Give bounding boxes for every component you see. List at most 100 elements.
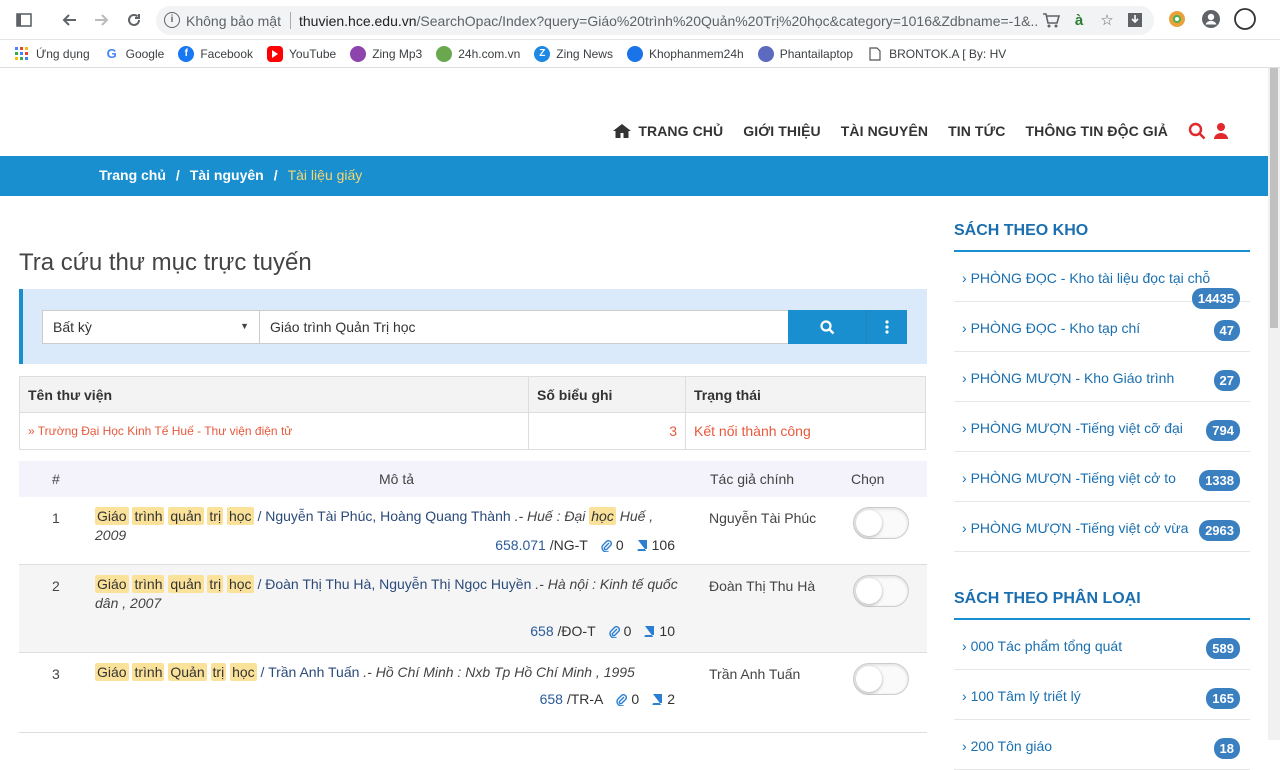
search-button[interactable] — [788, 310, 866, 344]
sidebar-toggle-icon[interactable] — [12, 8, 36, 32]
translate-icon[interactable]: à — [1070, 11, 1088, 29]
bookmark-item[interactable]: 24h.com.vn — [436, 45, 520, 62]
class-number: 658.071 — [495, 537, 546, 553]
bookmark-item[interactable]: YouTube — [267, 45, 336, 62]
sidebar-list-item[interactable]: › PHÒNG MƯỢN -Tiếng việt cở to 1338 — [954, 452, 1250, 502]
main-nav: TRANG CHỦ GIỚI THIỆU TÀI NGUYÊN TIN TỨC … — [612, 122, 1230, 140]
col-library-name: Tên thư viện — [19, 376, 529, 413]
toggle-knob — [856, 578, 882, 604]
copies-count[interactable]: 106 — [636, 537, 675, 553]
library-name-link[interactable]: » Trường Đại Học Kinh Tế Huế - Thư viện … — [19, 412, 529, 450]
search-panel: Bất kỳ ▼ Giáo trình Quản Trị học — [19, 289, 927, 364]
search-field-select[interactable]: Bất kỳ ▼ — [42, 310, 260, 344]
breadcrumb-home[interactable]: Trang chủ — [99, 167, 166, 183]
count-badge: 27 — [1213, 370, 1240, 391]
address-bar[interactable]: i Không bảo mật thuvien.hce.edu.vn/Searc… — [156, 6, 1154, 35]
forward-button[interactable] — [90, 8, 114, 32]
sidebar-item-label: › 100 Tâm lý triết lý — [962, 688, 1081, 704]
not-secure-label: Không bảo mật — [186, 13, 281, 29]
classification[interactable]: 658 /ĐO-T — [530, 623, 595, 639]
nav-about[interactable]: GIỚI THIỆU — [743, 123, 821, 139]
user-icon[interactable] — [1212, 122, 1230, 140]
sidebar-list-item[interactable]: › PHÒNG MƯỢN - Kho Giáo trình 27 — [954, 352, 1250, 402]
publication-info: .- Huế : Đại — [514, 508, 586, 524]
bookmark-item[interactable]: Ứng dụng — [14, 46, 90, 62]
highlighted-term: trình — [132, 663, 165, 681]
bookmark-item[interactable]: f Facebook — [178, 45, 253, 62]
record-count: 3 — [528, 412, 686, 450]
classification[interactable]: 658 /TR-A — [540, 691, 604, 707]
sidebar-item-label: › PHÒNG MƯỢN -Tiếng việt cỡ đại — [962, 420, 1183, 436]
class-number: 658 — [539, 691, 563, 707]
sidebar-list-item[interactable]: › 200 Tôn giáo 18 — [954, 720, 1250, 770]
table-row: 3 Giáo trình Quản trị học / Trần Anh Tuấn… — [19, 653, 927, 733]
search-icon[interactable] — [1188, 122, 1206, 140]
sidebar-item-label: › 000 Tác phẩm tổng quát — [962, 638, 1122, 654]
chevron-right-icon: › — [962, 638, 971, 654]
count-badge: 2963 — [1199, 520, 1240, 541]
bookmark-label: Khophanmem24h — [648, 46, 744, 61]
chevron-right-icon: › — [962, 520, 971, 536]
search-input[interactable]: Giáo trình Quản Trị học — [259, 310, 789, 344]
back-button[interactable] — [57, 8, 81, 32]
bookmarks-bar: Ứng dụng G Google f Facebook YouTube Zing Mp3 2… — [0, 40, 1280, 68]
select-toggle[interactable] — [853, 575, 909, 607]
nav-home[interactable]: TRANG CHỦ — [612, 123, 723, 139]
record-description[interactable]: Giáo trình quản trị học / Đoàn Thị Thu H… — [95, 575, 683, 613]
sidebar-list-item[interactable]: › PHÒNG MƯỢN -Tiếng việt cỡ đại 794 — [954, 402, 1250, 452]
highlighted-term: học — [230, 663, 257, 681]
main-author: Đoàn Thị Thu Hà — [709, 578, 816, 594]
select-toggle[interactable] — [853, 507, 909, 539]
extension-icon[interactable] — [1166, 8, 1188, 30]
nav-reader-info[interactable]: THÔNG TIN ĐỘC GIẢ — [1026, 123, 1168, 139]
url-text[interactable]: thuvien.hce.edu.vn/SearchOpac/Index?quer… — [299, 13, 1039, 29]
nav-news[interactable]: TIN TỨC — [948, 123, 1005, 139]
highlighted-term: học — [226, 575, 254, 593]
breadcrumb-resources[interactable]: Tài nguyên — [190, 167, 264, 183]
menu-icon[interactable] — [1234, 8, 1256, 30]
highlighted-term: học — [226, 507, 254, 525]
sidebar-list-item[interactable]: › 100 Tâm lý triết lý 165 — [954, 670, 1250, 720]
info-icon[interactable]: i — [164, 12, 180, 28]
attachment-count[interactable]: 0 — [600, 537, 624, 553]
download-icon[interactable] — [1126, 11, 1144, 29]
star-icon[interactable]: ☆ — [1098, 11, 1116, 29]
scrollbar-thumb[interactable] — [1270, 68, 1278, 328]
classification[interactable]: 658.071 /NG-T — [495, 537, 588, 553]
count-badge: 794 — [1206, 420, 1240, 441]
bookmark-label: Google — [125, 46, 165, 61]
col-author: Tác giả chính — [710, 471, 795, 487]
bookmark-item[interactable]: G Google — [104, 46, 165, 62]
record-description[interactable]: Giáo trình Quản trị học / Trần Anh Tuấn … — [95, 663, 683, 682]
count-badge: 18 — [1213, 738, 1240, 759]
account-icon[interactable] — [1200, 8, 1222, 30]
table-row: 1 Giáo trình quản trị học / Nguyễn Tài Ph… — [19, 497, 927, 565]
nav-home-label: TRANG CHỦ — [638, 123, 724, 139]
attachment-count[interactable]: 0 — [615, 691, 639, 707]
more-options-button[interactable] — [866, 310, 907, 344]
attachment-count[interactable]: 0 — [608, 623, 632, 639]
sidebar-list-item[interactable]: › PHÒNG ĐỌC - Kho tài liệu đọc tại chỗ 14… — [954, 252, 1250, 309]
bookmark-item[interactable]: Zing Mp3 — [350, 45, 422, 62]
nav-resources[interactable]: TÀI NGUYÊN — [841, 123, 928, 139]
toggle-knob — [856, 666, 882, 692]
bookmark-item[interactable]: Khophanmem24h — [626, 45, 744, 62]
copies-count[interactable]: 2 — [651, 691, 675, 707]
bookmark-item[interactable]: Z Zing News — [534, 45, 613, 62]
count-badge: 165 — [1206, 688, 1240, 709]
row-number: 3 — [52, 666, 60, 682]
sidebar-item-text: PHÒNG MƯỢN -Tiếng việt cở vừa — [970, 520, 1189, 536]
attachment-value: 0 — [623, 623, 632, 639]
sidebar-list-item[interactable]: › 000 Tác phẩm tổng quát 589 — [954, 620, 1250, 670]
bookmark-item[interactable]: BRONTOK.A [ By: HV — [867, 46, 1006, 62]
reload-button[interactable] — [122, 8, 146, 32]
bookmark-label: Phantailaptop — [779, 46, 854, 61]
cart-icon[interactable] — [1042, 11, 1060, 29]
bookmark-item[interactable]: Phantailaptop — [757, 45, 854, 62]
page-scrollbar[interactable] — [1268, 68, 1280, 740]
select-toggle[interactable] — [853, 663, 909, 695]
copies-count[interactable]: 10 — [643, 623, 675, 639]
chevron-right-icon: › — [962, 320, 971, 336]
sidebar-list-item[interactable]: › PHÒNG ĐỌC - Kho tạp chí 47 — [954, 302, 1250, 352]
sidebar-list-item[interactable]: › PHÒNG MƯỢN -Tiếng việt cở vừa 2963 — [954, 502, 1250, 552]
